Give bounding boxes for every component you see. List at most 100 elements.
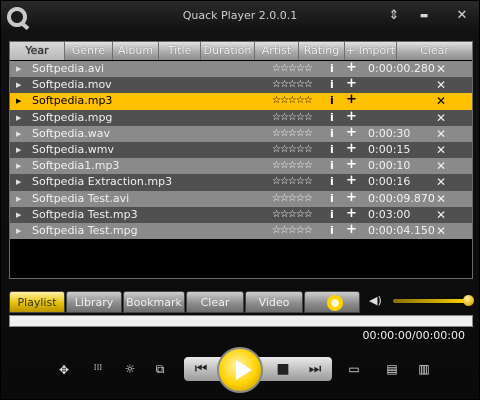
rating-stars[interactable]: ☆☆☆☆☆: [272, 207, 313, 223]
add-icon[interactable]: +: [346, 173, 357, 189]
info-icon[interactable]: i: [330, 110, 334, 126]
delete-icon[interactable]: ✕: [436, 142, 446, 158]
add-icon[interactable]: +: [346, 92, 357, 108]
resize-icon[interactable]: ⇕: [385, 7, 403, 25]
info-icon[interactable]: i: [330, 174, 334, 190]
rating-stars[interactable]: ☆☆☆☆☆: [272, 223, 313, 239]
title-bar[interactable]: Quack Player 2.0.0.1 ⇕ ▬ ✕: [1, 1, 479, 31]
snapshot-icon[interactable]: ▭: [345, 362, 363, 376]
add-icon[interactable]: +: [346, 76, 357, 92]
delete-icon[interactable]: ✕: [436, 77, 446, 93]
close-button[interactable]: ✕: [453, 7, 471, 25]
delete-icon[interactable]: ✕: [436, 174, 446, 190]
play-button[interactable]: [217, 347, 263, 393]
stop-button[interactable]: ■: [270, 357, 296, 381]
playlist-row[interactable]: ▶ Softpedia1.mp3 ☆☆☆☆☆ i +0:00:10 ✕: [10, 157, 472, 175]
play-arrow-icon[interactable]: ▶: [16, 207, 21, 223]
playlist-row[interactable]: ▶ Softpedia.avi ☆☆☆☆☆ i +0:00:00.280 ✕: [10, 60, 472, 78]
add-icon[interactable]: +: [346, 206, 357, 222]
volume-slider[interactable]: [393, 299, 469, 303]
fullscreen-icon[interactable]: ✥: [55, 363, 73, 377]
tab-library[interactable]: Library: [66, 291, 122, 313]
quack-tab-logo[interactable]: [304, 291, 360, 313]
tab-bookmark[interactable]: Bookmark: [123, 291, 185, 313]
add-icon[interactable]: +: [346, 60, 357, 76]
playlist-row[interactable]: ▶ Softpedia.mov ☆☆☆☆☆ i + ✕: [10, 76, 472, 94]
column-album[interactable]: Album: [113, 42, 159, 60]
rating-stars[interactable]: ☆☆☆☆☆: [272, 191, 313, 207]
delete-icon[interactable]: ✕: [436, 93, 446, 109]
volume-slider-handle[interactable]: [463, 295, 474, 306]
play-arrow-icon[interactable]: ▶: [16, 223, 21, 239]
rating-stars[interactable]: ☆☆☆☆☆: [272, 174, 313, 190]
document-icon[interactable]: ▤: [383, 362, 401, 376]
speaker-icon[interactable]: ◀): [369, 294, 382, 307]
add-icon[interactable]: +: [346, 125, 357, 141]
playlist-row[interactable]: ▶ Softpedia.mp3 ☆☆☆☆☆ i + ✕: [10, 92, 472, 110]
info-icon[interactable]: i: [330, 77, 334, 93]
add-icon[interactable]: +: [346, 157, 357, 173]
tab-clear[interactable]: Clear: [186, 291, 244, 313]
info-icon[interactable]: i: [330, 93, 334, 109]
delete-icon[interactable]: ✕: [436, 126, 446, 142]
rating-stars[interactable]: ☆☆☆☆☆: [272, 110, 313, 126]
rating-stars[interactable]: ☆☆☆☆☆: [272, 77, 313, 93]
column-rating[interactable]: Rating: [299, 42, 345, 60]
add-icon[interactable]: +: [346, 190, 357, 206]
delete-icon[interactable]: ✕: [436, 191, 446, 207]
clear-button[interactable]: Clear: [397, 42, 472, 60]
import-button[interactable]: + Import: [345, 42, 397, 60]
info-icon[interactable]: i: [330, 191, 334, 207]
play-arrow-icon[interactable]: ▶: [16, 191, 21, 207]
tab-playlist[interactable]: Playlist: [9, 291, 65, 313]
add-icon[interactable]: +: [346, 222, 357, 238]
delete-icon[interactable]: ✕: [436, 158, 446, 174]
column-year[interactable]: Year: [10, 42, 65, 60]
delete-icon[interactable]: ✕: [436, 207, 446, 223]
rating-stars[interactable]: ☆☆☆☆☆: [272, 142, 313, 158]
playlist-row[interactable]: ▶ Softpedia.wmv ☆☆☆☆☆ i +0:00:15 ✕: [10, 141, 472, 159]
next-button[interactable]: ⏭: [302, 357, 328, 381]
column-artist[interactable]: Artist: [255, 42, 299, 60]
brightness-icon[interactable]: ☼: [121, 362, 139, 376]
play-arrow-icon[interactable]: ▶: [16, 158, 21, 174]
playlist-row[interactable]: ▶ Softpedia Test.mpg ☆☆☆☆☆ i +0:00:04.150 ✕: [10, 222, 472, 240]
info-icon[interactable]: i: [330, 142, 334, 158]
playlist-row[interactable]: ▶ Softpedia Extraction.mp3 ☆☆☆☆☆ i +0:00:16 ✕: [10, 173, 472, 191]
playlist-row[interactable]: ▶ Softpedia Test.mp3 ☆☆☆☆☆ i +0:03:00 ✕: [10, 206, 472, 223]
rating-stars[interactable]: ☆☆☆☆☆: [272, 93, 313, 109]
add-icon[interactable]: +: [346, 109, 357, 125]
info-icon[interactable]: i: [330, 158, 334, 174]
column-genre[interactable]: Genre: [65, 42, 113, 60]
playlist-toggle-icon[interactable]: ⁞⁞⁞: [89, 363, 107, 373]
delete-icon[interactable]: ✕: [436, 61, 446, 77]
play-arrow-icon[interactable]: ▶: [16, 93, 21, 109]
play-arrow-icon[interactable]: ▶: [16, 110, 21, 126]
info-icon[interactable]: i: [330, 126, 334, 142]
delete-icon[interactable]: ✕: [436, 223, 446, 239]
window-mode-icon[interactable]: ⧉: [151, 362, 169, 377]
minimize-button[interactable]: ▬: [415, 7, 433, 25]
previous-button[interactable]: ⏮: [188, 357, 214, 381]
info-icon[interactable]: i: [330, 223, 334, 239]
rating-stars[interactable]: ☆☆☆☆☆: [272, 158, 313, 174]
rating-stars[interactable]: ☆☆☆☆☆: [272, 126, 313, 142]
play-arrow-icon[interactable]: ▶: [16, 142, 21, 158]
column-duration[interactable]: Duration: [201, 42, 255, 60]
play-arrow-icon[interactable]: ▶: [16, 61, 21, 77]
list-icon[interactable]: ▥: [415, 362, 433, 376]
delete-icon[interactable]: ✕: [436, 110, 446, 126]
info-icon[interactable]: i: [330, 61, 334, 77]
tab-video[interactable]: Video: [245, 291, 303, 313]
play-arrow-icon[interactable]: ▶: [16, 174, 21, 190]
add-icon[interactable]: +: [346, 141, 357, 157]
info-icon[interactable]: i: [330, 207, 334, 223]
play-arrow-icon[interactable]: ▶: [16, 126, 21, 142]
seek-bar[interactable]: [9, 315, 473, 327]
rating-stars[interactable]: ☆☆☆☆☆: [272, 61, 313, 77]
play-arrow-icon[interactable]: ▶: [16, 77, 21, 93]
playlist-row[interactable]: ▶ Softpedia.wav ☆☆☆☆☆ i +0:00:30 ✕: [10, 125, 472, 142]
playlist-row[interactable]: ▶ Softpedia.mpg ☆☆☆☆☆ i + ✕: [10, 109, 472, 126]
column-title[interactable]: Title: [159, 42, 201, 60]
playlist-row[interactable]: ▶ Softpedia Test.avi ☆☆☆☆☆ i +0:00:09.870 ✕: [10, 190, 472, 207]
